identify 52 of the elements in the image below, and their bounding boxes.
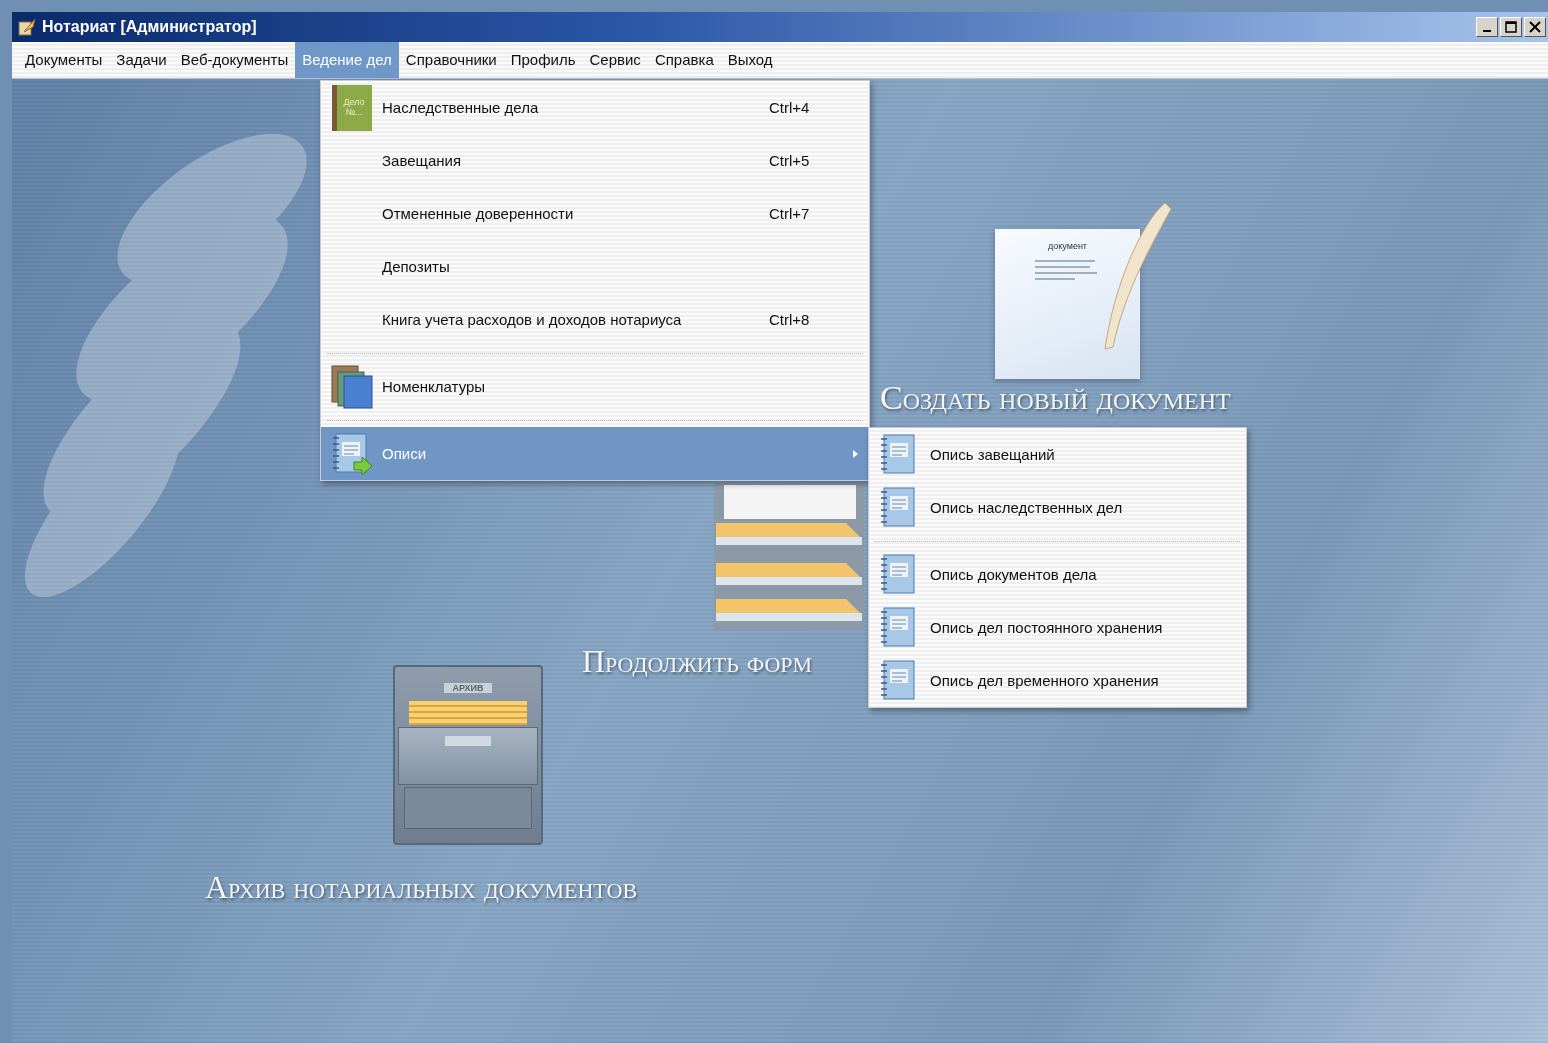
menu-option-label: Опись дел временного хранения (930, 672, 1160, 689)
menu-option[interactable]: Книга учета расходов и доходов нотариуса Ctrl+8 (321, 293, 869, 346)
drawer-icon (404, 787, 532, 829)
close-icon (1529, 21, 1541, 33)
quill-icon (18, 18, 36, 36)
menu-option[interactable]: Дело №... Наследственные дела Ctrl+4 (321, 81, 869, 134)
window-title: Нотариат [Администратор] (42, 18, 257, 36)
case-folder-label: Дело №... (342, 97, 366, 118)
shortcut-label: Ctrl+5 (769, 152, 811, 169)
file-folders-icon (409, 701, 527, 725)
menu-option-label: Описи (382, 445, 428, 462)
shortcut-label: Ctrl+7 (769, 205, 811, 222)
menu-option-label: Опись дел постоянного хранения (930, 619, 1164, 636)
menu-item[interactable]: Профиль (503, 42, 583, 78)
menu-option[interactable]: Номенклатуры (321, 360, 869, 413)
menu-option[interactable]: Завещания Ctrl+5 (321, 134, 869, 187)
menu-item[interactable]: Задачи (109, 42, 174, 78)
folder-stack-icon (712, 483, 866, 629)
menu-item[interactable]: Справка (647, 42, 721, 78)
menu-option-label: Наследственные дела (382, 99, 540, 116)
menu-option[interactable]: Опись документов дела (869, 548, 1246, 601)
menu-item[interactable]: Сервис (582, 42, 648, 78)
drawer-handle-icon (445, 736, 491, 746)
menu-option-label: Опись наследственных дел (930, 499, 1124, 516)
close-button[interactable] (1524, 17, 1546, 37)
maximize-icon (1505, 21, 1517, 33)
menu-option[interactable]: Депозиты (321, 240, 869, 293)
menu-option[interactable]: Опись дел постоянного хранения (869, 601, 1246, 654)
cabinet-label: АРХИВ (444, 683, 492, 693)
submenu-arrow-icon (852, 448, 859, 459)
menu-option-label: Опись документов дела (930, 566, 1098, 583)
menu-option-label: Номенклатуры (382, 378, 487, 395)
menu-option-label: Депозиты (382, 258, 451, 275)
maximize-button[interactable] (1500, 17, 1522, 37)
menu-option[interactable]: Опись завещаний (869, 428, 1246, 481)
menu-item[interactable]: Документы (18, 42, 110, 78)
minimize-button[interactable] (1476, 17, 1498, 37)
menu-option[interactable]: Отмененные доверенности Ctrl+7 (321, 187, 869, 240)
menu-option-label: Отмененные доверенности (382, 205, 575, 222)
menu-item[interactable]: Справочники (398, 42, 504, 78)
menu-item[interactable]: Веб-документы (173, 42, 296, 78)
shortcut-label: Ctrl+4 (769, 99, 811, 116)
books-icon (329, 363, 374, 410)
minimize-icon (1483, 30, 1491, 32)
menu-option-label: Завещания (382, 152, 462, 169)
menu-item[interactable]: Выход (720, 42, 780, 78)
menu-option-label: Опись завещаний (930, 446, 1056, 463)
menu-option[interactable]: Опись дел временного хранения (869, 654, 1246, 707)
document-label: документ (1048, 241, 1087, 251)
menu-option[interactable]: Опись наследственных дел (869, 481, 1246, 534)
shortcut-label: Ctrl+8 (769, 311, 811, 328)
menu-option-label: Книга учета расходов и доходов нотариуса (382, 311, 683, 328)
